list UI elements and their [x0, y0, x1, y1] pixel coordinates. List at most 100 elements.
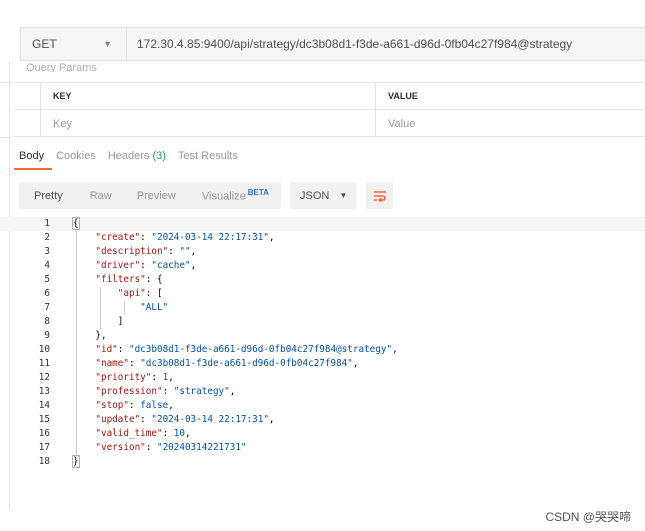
line-number: 18 [38, 456, 50, 467]
json-value: 10 [173, 428, 185, 439]
visualize-button[interactable]: Visualize BETA [176, 188, 269, 203]
line-number: 6 [44, 288, 50, 299]
json-key: "stop" [95, 400, 129, 411]
key-header-label: KEY [53, 91, 72, 101]
value-header-label: VALUE [388, 91, 418, 101]
value-placeholder: Value [388, 117, 416, 130]
line-number: 9 [44, 330, 50, 341]
json-value: "" [179, 246, 191, 257]
triangle-down-icon: ▼ [339, 191, 348, 200]
tab-headers-label: Headers [107, 150, 150, 162]
json-value: "ALL" [140, 302, 169, 313]
json-value: false [140, 400, 169, 411]
line-number: 11 [38, 358, 50, 369]
json-value: "cache" [151, 260, 191, 271]
column-header-key: KEY [41, 83, 376, 109]
json-value: "strategy" [173, 386, 230, 397]
params-row: Key Value [14, 110, 645, 137]
json-value: "dc3b08d1-f3de-a661-d96d-0fb04c27f984@st… [128, 344, 393, 355]
json-key: "valid_time" [95, 428, 163, 439]
query-params-title: Query Params [26, 62, 97, 72]
visualize-label: Visualize [201, 190, 246, 203]
json-key: "priority" [95, 372, 152, 383]
line-number: 4 [44, 260, 50, 271]
method-select[interactable]: GET ▼ [21, 28, 127, 60]
headers-count-badge: (3) [152, 150, 166, 162]
params-table: KEY VALUE Key Value [14, 82, 645, 137]
json-key: "description" [95, 246, 169, 257]
line-number: 5 [44, 274, 50, 285]
line-number: 15 [38, 414, 50, 425]
line-number: 16 [38, 428, 50, 439]
url-input[interactable]: 172.30.4.85:9400/api/strategy/dc3b08d1-f… [127, 37, 572, 51]
line-number: 1 [44, 218, 50, 229]
pretty-button[interactable]: Pretty [19, 190, 63, 202]
code-line: 13 "profession": "strategy", [0, 385, 645, 399]
response-tabs: Body Cookies Headers (3) Test Results [19, 150, 250, 162]
tab-cookies[interactable]: Cookies [56, 150, 96, 162]
wrap-lines-button[interactable] [366, 182, 393, 209]
code-line: 4 "driver": "cache", [0, 259, 645, 273]
json-key: "name" [95, 358, 129, 369]
code-line: 5 "filters": { [0, 273, 645, 287]
response-body-code[interactable]: 1{ 2 "create": "2024-03-14 22:17:31", 3 … [0, 217, 645, 469]
json-value: "20240314221731" [156, 442, 247, 453]
divider [0, 137, 12, 138]
tab-headers[interactable]: Headers (3) [108, 150, 166, 162]
method-label: GET [32, 37, 57, 51]
json-key: "filters" [95, 274, 146, 285]
request-bar: GET ▼ 172.30.4.85:9400/api/strategy/dc3b… [20, 27, 645, 61]
json-brace: } [72, 455, 80, 468]
code-line: 16 "valid_time": 10, [0, 427, 645, 441]
code-line: 3 "description": "", [0, 245, 645, 259]
wrap-lines-icon [373, 190, 386, 202]
json-value: "dc3b08d1-f3de-a661-d96d-0fb04c27f984" [140, 358, 353, 369]
code-line: 6 "api": [ [0, 287, 645, 301]
code-line: 18} [0, 455, 645, 469]
line-number: 2 [44, 232, 50, 243]
code-line: 8 ] [0, 315, 645, 329]
beta-badge: BETA [247, 188, 269, 198]
format-select[interactable]: JSON ▼ [290, 182, 356, 209]
code-line: 17 "version": "20240314221731" [0, 441, 645, 455]
line-number: 3 [44, 246, 50, 257]
param-key-input[interactable]: Key [41, 110, 376, 137]
code-line: 10 "id": "dc3b08d1-f3de-a661-d96d-0fb04c… [0, 343, 645, 357]
watermark: CSDN @哭哭啼 [545, 510, 631, 524]
json-key: "version" [95, 442, 146, 453]
format-label: JSON [300, 189, 330, 202]
json-value: "2024-03-14 22:17:31" [151, 414, 269, 425]
chevron-down-icon: ▼ [103, 39, 112, 49]
divider [0, 82, 12, 83]
tab-test-results[interactable]: Test Results [178, 150, 238, 162]
code-line: 12 "priority": 1, [0, 371, 645, 385]
tab-body[interactable]: Body [19, 150, 44, 162]
code-line: 7 "ALL" [0, 301, 645, 315]
code-line: 1{ [0, 217, 645, 231]
line-number: 14 [38, 400, 50, 411]
active-tab-indicator [14, 168, 52, 170]
json-key: "id" [95, 344, 118, 355]
param-value-input[interactable]: Value [376, 110, 645, 137]
json-value: "2024-03-14 22:17:31" [151, 232, 269, 243]
column-header-value: VALUE [376, 83, 645, 109]
json-key: "api" [117, 288, 146, 299]
code-line: 2 "create": "2024-03-14 22:17:31", [0, 231, 645, 245]
line-number: 17 [38, 442, 50, 453]
code-line: 14 "stop": false, [0, 399, 645, 413]
json-key: "create" [95, 232, 141, 243]
json-brace: { [72, 217, 80, 230]
line-number: 7 [44, 302, 50, 313]
line-number: 12 [38, 372, 50, 383]
line-number: 13 [38, 386, 50, 397]
view-mode-toolbar: Pretty Raw Preview Visualize BETA [19, 182, 281, 209]
key-placeholder: Key [53, 117, 72, 130]
preview-button[interactable]: Preview [112, 190, 176, 202]
code-line: 15 "update": "2024-03-14 22:17:31", [0, 413, 645, 427]
code-line: 9 }, [0, 329, 645, 343]
row-checkbox[interactable] [14, 110, 41, 137]
line-number: 10 [38, 344, 50, 355]
raw-button[interactable]: Raw [63, 190, 112, 202]
json-key: "update" [95, 414, 141, 425]
json-key: "profession" [95, 386, 163, 397]
